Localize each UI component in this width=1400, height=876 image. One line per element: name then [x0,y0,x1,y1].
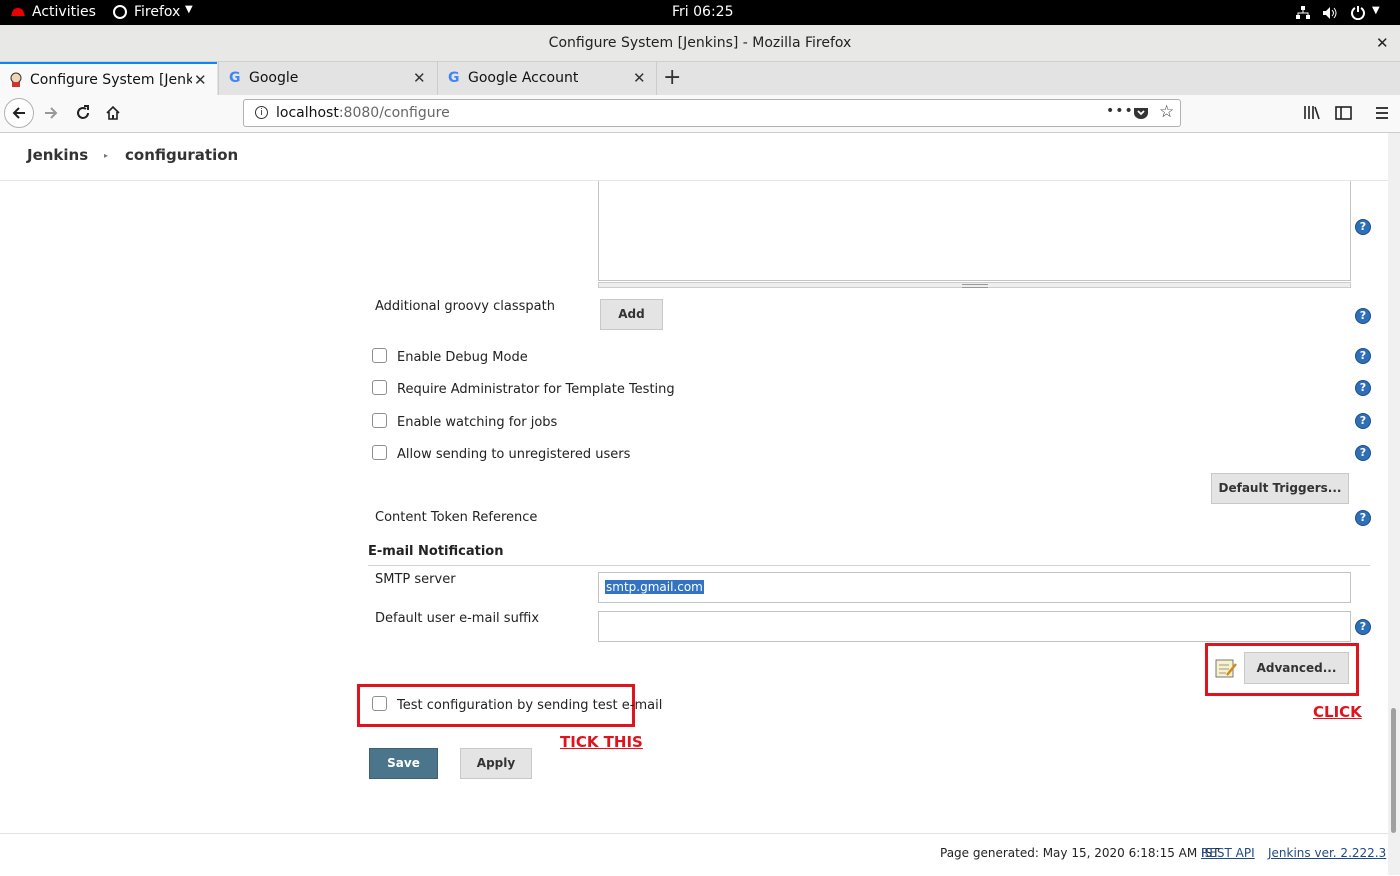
tab-close-icon[interactable]: ✕ [194,71,207,89]
home-icon[interactable] [105,105,121,121]
help-icon[interactable]: ? [1355,348,1371,364]
breadcrumb-jenkins-link[interactable]: Jenkins [27,146,88,164]
system-top-bar: Activities Firefox ▼ Fri 06:25 ▼ [0,0,1400,25]
help-icon[interactable]: ? [1355,308,1371,324]
apply-button[interactable]: Apply [460,748,532,779]
pocket-icon[interactable] [1133,106,1149,121]
help-icon[interactable]: ? [1355,413,1371,429]
hamburger-menu-icon[interactable] [1374,105,1390,121]
tick-this-annotation: TICK THIS [560,733,643,751]
tab-configure-system[interactable]: Configure System [Jenkins] ✕ [0,62,217,95]
enable-debug-mode-checkbox[interactable] [372,348,387,363]
enable-debug-mode-label: Enable Debug Mode [397,350,528,365]
grip-icon [962,284,988,288]
power-icon[interactable] [1350,5,1366,20]
enable-watching-jobs-checkbox[interactable] [372,413,387,428]
tab-label: Google [249,70,299,86]
breadcrumb-chevron-icon[interactable]: ▸ [104,151,108,160]
smtp-server-label: SMTP server [375,572,456,587]
help-icon[interactable]: ? [1355,510,1371,526]
section-divider [368,565,1370,566]
library-icon[interactable] [1303,105,1321,121]
save-button[interactable]: Save [369,748,438,779]
page-actions-icon[interactable]: ••• [1106,103,1134,119]
volume-icon[interactable] [1322,6,1338,20]
add-classpath-button[interactable]: Add [600,299,663,330]
require-admin-template-testing-checkbox[interactable] [372,380,387,395]
url-bar[interactable]: i localhost:8080/configure ••• ☆ [243,99,1181,127]
site-info-icon[interactable]: i [255,106,268,119]
back-button[interactable] [4,98,34,128]
page-generated-text: Page generated: May 15, 2020 6:18:15 AM … [940,846,1220,860]
page-footer: Page generated: May 15, 2020 6:18:15 AM … [0,833,1388,876]
help-icon[interactable]: ? [1355,380,1371,396]
help-icon[interactable]: ? [1355,219,1371,235]
tab-strip: Configure System [Jenkins] ✕ G Google ✕ … [0,62,1400,95]
tab-google-account[interactable]: G Google Account ✕ [437,62,657,95]
reload-icon[interactable] [75,105,91,121]
tab-label: Configure System [Jenkins] [30,72,192,88]
groovy-classpath-label: Additional groovy classpath [375,299,555,314]
jenkins-favicon-icon [10,72,22,87]
new-tab-button[interactable]: + [663,65,681,90]
require-admin-template-testing-label: Require Administrator for Template Testi… [397,382,675,397]
tab-google[interactable]: G Google ✕ [218,62,437,95]
url-host: localhost [276,105,339,121]
clock[interactable]: Fri 06:25 [672,4,733,20]
breadcrumb: Jenkins ▸ configuration [0,133,1388,181]
click-annotation: CLICK [1313,703,1362,721]
help-icon[interactable]: ? [1355,445,1371,461]
tab-label: Google Account [468,70,579,86]
default-triggers-button[interactable]: Default Triggers... [1211,473,1349,504]
url-text: localhost:8080/configure [276,105,450,121]
breadcrumb-configuration-link[interactable]: configuration [125,146,238,164]
chevron-down-icon[interactable]: ▼ [185,4,193,15]
jenkins-version-link[interactable]: Jenkins ver. 2.222.3 [1268,846,1386,860]
content-token-reference-label: Content Token Reference [375,510,538,525]
back-arrow-icon [12,107,25,119]
sidebar-icon[interactable] [1335,105,1353,121]
firefox-icon [113,5,127,19]
system-menu-chevron-icon[interactable]: ▼ [1372,5,1380,16]
script-textarea[interactable] [598,181,1351,281]
smtp-server-input[interactable]: smtp.gmail.com [598,572,1351,603]
bookmark-star-icon[interactable]: ☆ [1159,102,1174,122]
window-title: Configure System [Jenkins] - Mozilla Fir… [548,35,852,51]
email-notification-heading: E-mail Notification [368,544,504,559]
redhat-logo-icon [11,8,25,16]
tab-close-icon[interactable]: ✕ [413,69,426,87]
allow-unregistered-users-label: Allow sending to unregistered users [397,447,631,462]
notepad-icon [1215,659,1237,678]
smtp-server-value: smtp.gmail.com [605,580,704,594]
textarea-resize-handle[interactable] [598,282,1351,288]
url-path: :8080/configure [338,105,450,121]
app-menu-button[interactable]: Firefox [134,4,180,20]
rest-api-link[interactable]: REST API [1201,846,1255,860]
window-title-bar: Configure System [Jenkins] - Mozilla Fir… [0,25,1400,62]
default-email-suffix-label: Default user e-mail suffix [375,611,540,626]
test-configuration-checkbox[interactable] [372,696,387,711]
google-favicon-icon: G [448,70,460,86]
default-email-suffix-input[interactable] [598,611,1351,642]
advanced-button[interactable]: Advanced... [1244,652,1349,684]
tab-close-icon[interactable]: ✕ [633,69,646,87]
window-close-button[interactable]: ✕ [1376,34,1389,52]
test-configuration-label: Test configuration by sending test e-mai… [397,698,663,713]
activities-button[interactable]: Activities [32,4,96,20]
allow-unregistered-users-checkbox[interactable] [372,445,387,460]
forward-arrow-icon[interactable] [43,105,59,121]
help-icon[interactable]: ? [1355,619,1371,635]
network-icon[interactable] [1295,6,1311,20]
enable-watching-jobs-label: Enable watching for jobs [397,415,558,430]
scrollbar-thumb[interactable] [1391,708,1396,833]
google-favicon-icon: G [229,70,241,86]
